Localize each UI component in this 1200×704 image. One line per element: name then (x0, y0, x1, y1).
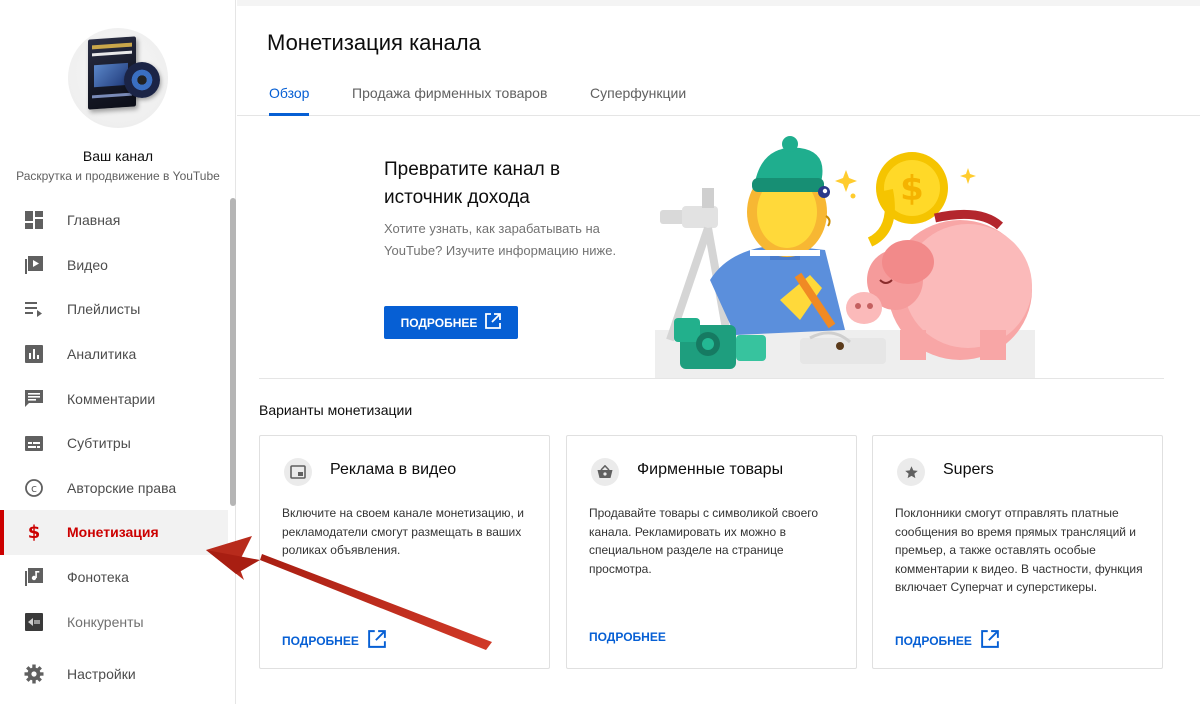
card-supers: Supers Поклонники смогут отправлять плат… (872, 435, 1163, 669)
section-title: Варианты монетизации (259, 402, 413, 418)
card-description: Поклонники смогут отправлять платные соо… (895, 506, 1143, 595)
star-icon (897, 458, 925, 486)
active-marker (0, 510, 4, 555)
external-link-icon (367, 630, 386, 651)
avatar-disc (124, 62, 160, 98)
video-library-icon (24, 255, 44, 275)
card-title: Supers (943, 461, 994, 478)
sidebar-item-settings[interactable]: Настройки (0, 652, 228, 696)
copyright-icon: c (24, 478, 44, 498)
audio-library-icon (24, 567, 44, 587)
channel-avatar[interactable] (68, 28, 168, 128)
comments-icon (24, 389, 44, 409)
card-title: Реклама в видео (330, 461, 457, 478)
sidebar-item-label: Авторские права (67, 479, 177, 496)
sidebar-item-label: Субтитры (67, 435, 131, 452)
sidebar-item-competitors[interactable]: Конкуренты (0, 599, 228, 644)
analytics-icon (24, 344, 44, 364)
hero-description: Хотите узнать, как зарабатывать на YouTu… (384, 221, 617, 258)
card-link-label: ПОДРОБНЕЕ (589, 630, 666, 644)
sidebar-item-label: Комментарии (67, 390, 156, 407)
subtitles-icon (24, 433, 44, 453)
sidebar-item-analytics[interactable]: Аналитика (0, 332, 228, 377)
channel-subtitle: Раскрутка и продвижение в YouTube (16, 169, 220, 183)
sidebar-item-label: Фонотека (67, 569, 129, 586)
card-title: Фирменные товары (637, 461, 784, 478)
sidebar: Ваш канал Раскрутка и продвижение в YouT… (0, 0, 236, 704)
tab-merchandise[interactable]: Продажа фирменных товаров (352, 72, 547, 116)
hero-title: Превратите канал в источник дохода (384, 159, 561, 208)
settings-label: Настройки (67, 666, 136, 682)
card-learn-more-link[interactable]: ПОДРОБНЕЕ (282, 630, 386, 651)
learn-more-button[interactable]: ПОДРОБНЕЕ (384, 306, 518, 339)
card-merchandise: Фирменные товары Продавайте товары с сим… (566, 435, 857, 669)
sidebar-nav: Главная Видео Плейлисты Аналитика Коммен… (0, 198, 228, 644)
competitors-icon (24, 612, 44, 632)
sidebar-item-comments[interactable]: Комментарии (0, 376, 228, 421)
shopping-basket-icon (591, 458, 619, 486)
dollar-icon: $ (24, 522, 44, 542)
card-link-label: ПОДРОБНЕЕ (895, 633, 972, 648)
sidebar-item-dashboard[interactable]: Главная (0, 198, 228, 243)
external-link-icon (980, 630, 999, 651)
sidebar-item-label: Конкуренты (67, 613, 144, 630)
svg-text:c: c (31, 482, 37, 495)
sidebar-item-monetization[interactable]: $ Монетизация (0, 510, 228, 555)
learn-more-label: ПОДРОБНЕЕ (400, 315, 478, 330)
sidebar-item-label: Главная (67, 212, 121, 229)
card-learn-more-link[interactable]: ПОДРОБНЕЕ (895, 630, 999, 651)
sidebar-item-label: Плейлисты (67, 301, 141, 318)
sidebar-item-label: Видео (67, 256, 108, 273)
card-description: Продавайте товары с символикой своего ка… (589, 506, 819, 576)
tab-superfeatures[interactable]: Суперфункции (590, 72, 686, 116)
sidebar-item-label: Монетизация (67, 524, 159, 541)
tab-bar: Обзор Продажа фирменных товаров Суперфун… (237, 72, 1200, 116)
tab-overview[interactable]: Обзор (269, 72, 310, 116)
card-ads: Реклама в видео Включите на своем канале… (259, 435, 550, 669)
page-title: Монетизация канала (267, 30, 481, 55)
top-strip (237, 0, 1200, 6)
ad-video-icon (284, 458, 312, 486)
sidebar-item-audio-library[interactable]: Фонотека (0, 555, 228, 600)
sidebar-item-subtitles[interactable]: Субтитры (0, 421, 228, 466)
card-learn-more-link[interactable]: ПОДРОБНЕЕ (589, 630, 666, 644)
external-link-icon (485, 313, 502, 332)
sidebar-scrollbar[interactable] (230, 198, 236, 506)
playlist-icon (24, 299, 44, 319)
dashboard-icon (24, 210, 44, 230)
svg-text:$: $ (900, 169, 924, 209)
card-link-label: ПОДРОБНЕЕ (282, 633, 359, 648)
channel-title[interactable]: Ваш канал (0, 148, 236, 164)
section-divider (259, 378, 1164, 379)
monetization-illustration: $ (655, 136, 1035, 378)
sidebar-item-copyright[interactable]: c Авторские права (0, 466, 228, 511)
sidebar-item-videos[interactable]: Видео (0, 243, 228, 288)
gear-icon (24, 664, 44, 684)
sidebar-item-label: Аналитика (67, 346, 137, 363)
card-description: Включите на своем канале монетизацию, и … (282, 506, 524, 558)
sidebar-item-playlists[interactable]: Плейлисты (0, 287, 228, 332)
svg-text:$: $ (28, 522, 41, 542)
